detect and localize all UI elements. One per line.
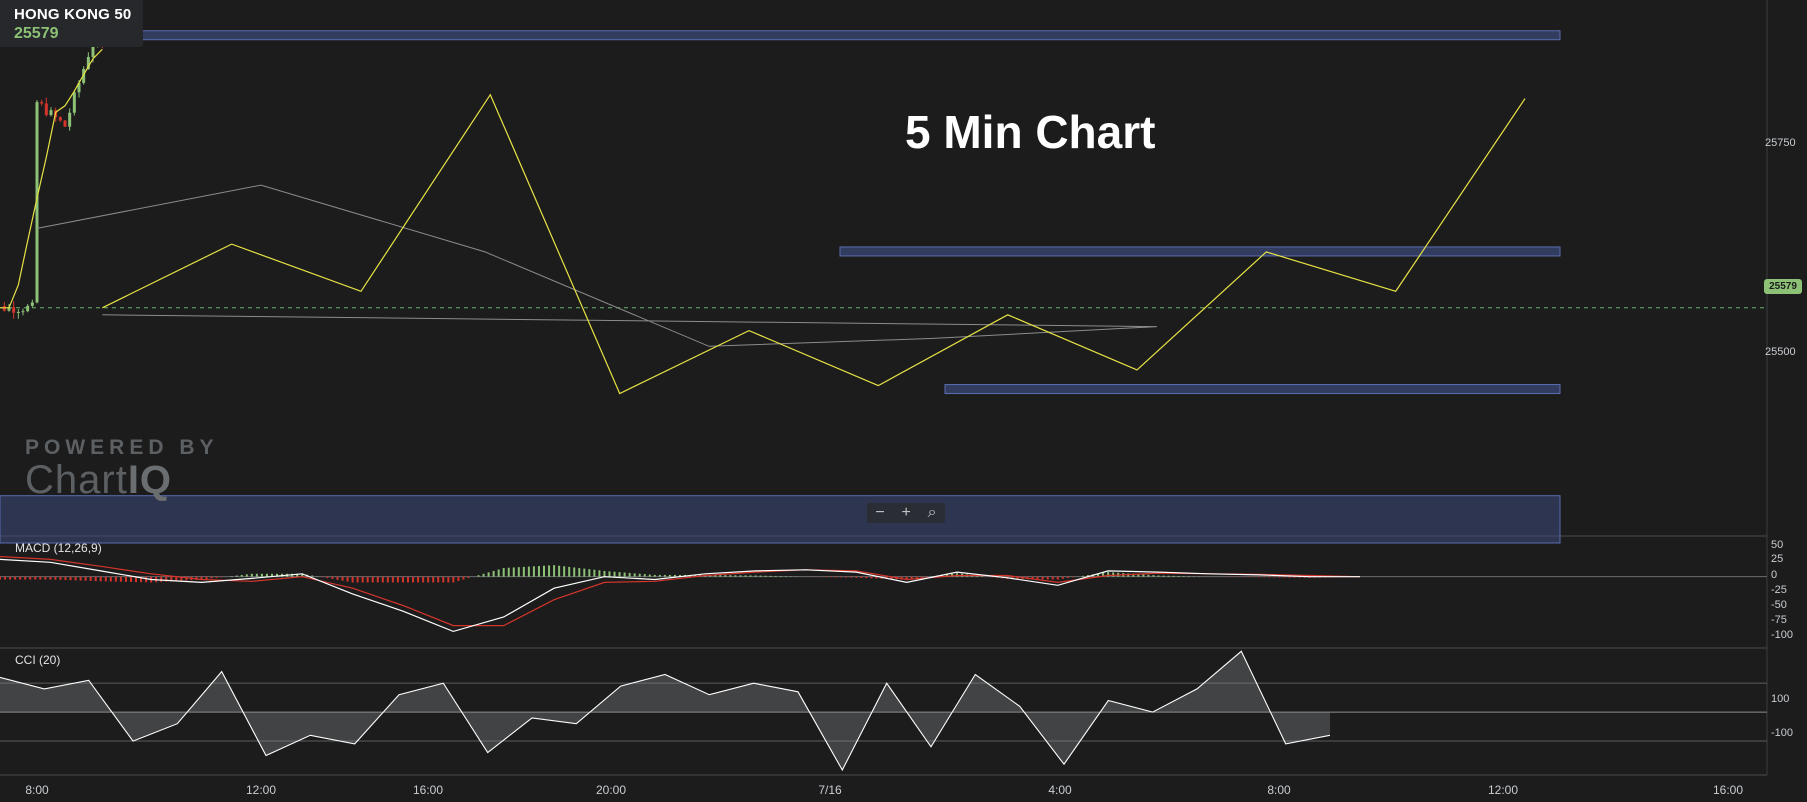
candle bbox=[58, 117, 62, 121]
chart-canvas[interactable] bbox=[0, 0, 1807, 802]
chart-title: 5 Min Chart bbox=[905, 106, 1156, 158]
candle bbox=[68, 112, 72, 127]
macd-signal-line bbox=[0, 555, 1361, 627]
symbol-price-label: HONG KONG 50 25579 bbox=[0, 0, 144, 47]
powered-by-watermark: POWERED BY ChartIQ bbox=[25, 436, 219, 502]
cci-title: CCI (20) bbox=[15, 653, 61, 667]
candle bbox=[63, 120, 67, 127]
x-tick: 12:00 bbox=[245, 783, 277, 797]
y-tick-macd: 0 bbox=[1771, 569, 1778, 581]
support-zone bbox=[0, 495, 1561, 544]
y-tick-macd: -75 bbox=[1771, 614, 1787, 626]
y-tick-macd: -25 bbox=[1771, 584, 1787, 596]
x-tick: 16:00 bbox=[1712, 783, 1744, 797]
y-tick-cci: -100 bbox=[1771, 727, 1794, 739]
zoom-in-button[interactable]: + bbox=[902, 504, 911, 522]
y-tick-macd: -50 bbox=[1771, 599, 1787, 611]
current-price: 25579 bbox=[14, 25, 59, 42]
y-tick-main: 25500 bbox=[1765, 346, 1796, 358]
zoom-reset-icon[interactable]: ⌕ bbox=[928, 504, 937, 522]
macd-title: MACD (12,26,9) bbox=[15, 541, 102, 555]
candle bbox=[21, 311, 25, 313]
x-tick: 4:00 bbox=[1048, 783, 1072, 797]
candle bbox=[30, 302, 34, 306]
projection-path bbox=[102, 93, 1526, 395]
x-tick: 16:00 bbox=[412, 783, 444, 797]
zone-range-high bbox=[839, 246, 1561, 257]
candle bbox=[44, 103, 48, 116]
cci-fill bbox=[0, 651, 1330, 770]
x-tick: 8:00 bbox=[25, 783, 49, 797]
candle bbox=[26, 305, 30, 312]
x-tick: 20:00 bbox=[595, 783, 627, 797]
candle bbox=[16, 311, 20, 313]
zone-resistance-top bbox=[0, 30, 1561, 41]
candle bbox=[12, 307, 16, 313]
x-tick: 8:00 bbox=[1267, 783, 1291, 797]
zoom-controls[interactable]: − + ⌕ bbox=[867, 503, 945, 523]
macd-line bbox=[0, 558, 1360, 633]
candle bbox=[72, 92, 76, 113]
y-tick-cci: 100 bbox=[1771, 693, 1790, 705]
y-tick-main: 25750 bbox=[1765, 137, 1796, 149]
x-tick: 12:00 bbox=[1487, 783, 1519, 797]
symbol-name: HONG KONG 50 bbox=[14, 6, 132, 23]
y-tick-macd: 50 bbox=[1771, 539, 1784, 551]
candle bbox=[49, 110, 53, 116]
zoom-out-button[interactable]: − bbox=[875, 504, 884, 522]
y-tick-macd: 25 bbox=[1771, 553, 1784, 565]
y-tick-macd: -100 bbox=[1771, 629, 1794, 641]
zone-range-low bbox=[944, 384, 1561, 395]
candle bbox=[40, 102, 44, 104]
moving-average-short bbox=[0, 48, 103, 309]
moving-average-long bbox=[36, 184, 1158, 347]
x-tick: 7/16 bbox=[818, 783, 842, 797]
current-price-tag: 25579 bbox=[1764, 279, 1802, 294]
